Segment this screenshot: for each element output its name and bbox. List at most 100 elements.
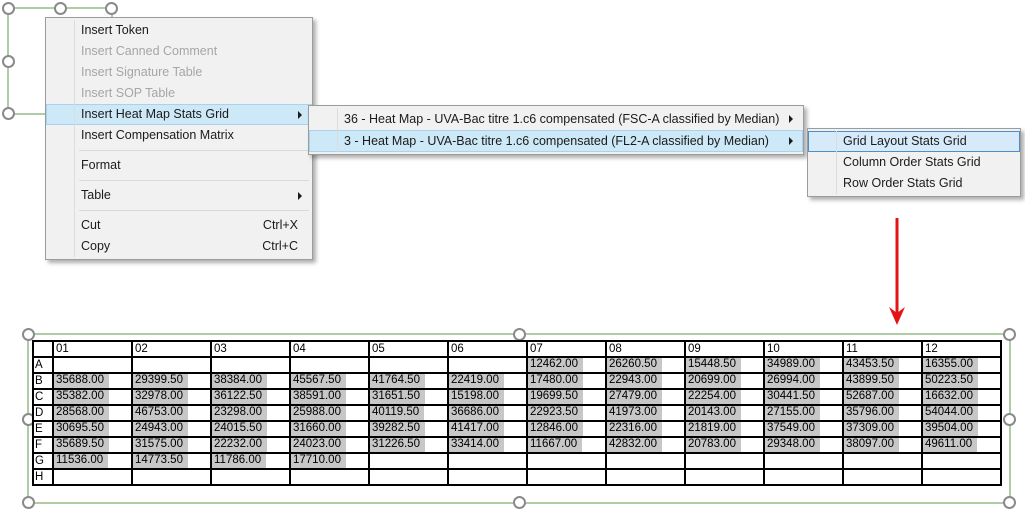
menu-item-insert-token[interactable]: Insert Token — [46, 20, 312, 41]
selection-handle[interactable] — [105, 2, 118, 15]
grid-cell[interactable]: 29399.50 — [132, 373, 211, 389]
grid-cell[interactable]: 35689.50 — [53, 437, 132, 453]
grid-cell[interactable] — [448, 453, 527, 469]
grid-cell[interactable]: 15198.00 — [448, 389, 527, 405]
grid-cell[interactable] — [843, 453, 922, 469]
grid-column-header[interactable]: 04 — [290, 341, 369, 357]
menu-item-cut[interactable]: CutCtrl+X — [46, 215, 312, 236]
grid-cell[interactable]: 21819.00 — [685, 421, 764, 437]
grid-column-header[interactable]: 08 — [606, 341, 685, 357]
grid-cell[interactable]: 38097.00 — [843, 437, 922, 453]
menu-item-table[interactable]: Table — [46, 185, 312, 206]
grid-cell[interactable]: 22316.00 — [606, 421, 685, 437]
menu-item-3-heat-map-uva-bac-titre-1-c6-compensated-fl2-a-classified-by-median[interactable]: 3 - Heat Map - UVA-Bac titre 1.c6 compen… — [309, 130, 803, 152]
grid-cell[interactable] — [290, 469, 369, 485]
grid-cell[interactable]: 14773.50 — [132, 453, 211, 469]
grid-cell[interactable] — [211, 357, 290, 373]
grid-cell[interactable]: 40119.50 — [369, 405, 448, 421]
grid-cell[interactable]: 30441.50 — [764, 389, 843, 405]
grid-cell[interactable]: 33414.00 — [448, 437, 527, 453]
grid-cell[interactable]: 20783.00 — [685, 437, 764, 453]
grid-cell[interactable]: 35796.00 — [843, 405, 922, 421]
grid-cell[interactable]: 39504.00 — [922, 421, 1001, 437]
grid-cell[interactable]: 12462.00 — [527, 357, 606, 373]
grid-cell[interactable]: 25988.00 — [290, 405, 369, 421]
selection-handle[interactable] — [2, 55, 15, 68]
grid-cell[interactable]: 15448.50 — [685, 357, 764, 373]
selection-handle[interactable] — [54, 2, 67, 15]
grid-cell[interactable]: 36686.00 — [448, 405, 527, 421]
grid-cell[interactable]: 11536.00 — [53, 453, 132, 469]
grid-cell[interactable] — [53, 469, 132, 485]
grid-cell[interactable]: 50223.50 — [922, 373, 1001, 389]
grid-cell[interactable] — [53, 357, 132, 373]
grid-cell[interactable] — [132, 469, 211, 485]
grid-cell[interactable]: 41764.50 — [369, 373, 448, 389]
grid-row-header[interactable]: G — [33, 453, 53, 469]
grid-cell[interactable]: 22943.00 — [606, 373, 685, 389]
menu-item-copy[interactable]: CopyCtrl+C — [46, 236, 312, 257]
grid-cell[interactable]: 20699.00 — [685, 373, 764, 389]
grid-cell[interactable] — [685, 469, 764, 485]
grid-row-header[interactable]: D — [33, 405, 53, 421]
grid-cell[interactable] — [132, 357, 211, 373]
grid-cell[interactable]: 38384.00 — [211, 373, 290, 389]
grid-cell[interactable]: 31226.50 — [369, 437, 448, 453]
grid-cell[interactable]: 12846.00 — [527, 421, 606, 437]
grid-cell[interactable]: 24023.00 — [290, 437, 369, 453]
grid-cell[interactable]: 35688.00 — [53, 373, 132, 389]
selection-handle[interactable] — [22, 496, 35, 509]
grid-cell[interactable]: 16632.00 — [922, 389, 1001, 405]
grid-cell[interactable] — [369, 357, 448, 373]
selection-handle[interactable] — [1003, 496, 1016, 509]
menu-item-format[interactable]: Format — [46, 155, 312, 176]
grid-cell[interactable] — [922, 453, 1001, 469]
grid-row-header[interactable]: E — [33, 421, 53, 437]
grid-cell[interactable]: 22419.00 — [448, 373, 527, 389]
grid-column-header[interactable]: 10 — [764, 341, 843, 357]
grid-column-header[interactable]: 05 — [369, 341, 448, 357]
grid-row-header[interactable]: H — [33, 469, 53, 485]
selection-handle[interactable] — [1003, 328, 1016, 341]
grid-cell[interactable]: 36122.50 — [211, 389, 290, 405]
grid-cell[interactable]: 30695.50 — [53, 421, 132, 437]
grid-cell[interactable]: 42832.00 — [606, 437, 685, 453]
grid-cell[interactable]: 37549.00 — [764, 421, 843, 437]
grid-cell[interactable] — [448, 357, 527, 373]
grid-column-header[interactable]: 11 — [843, 341, 922, 357]
grid-cell[interactable]: 22254.00 — [685, 389, 764, 405]
grid-cell[interactable]: 37309.00 — [843, 421, 922, 437]
menu-item-insert-compensation-matrix[interactable]: Insert Compensation Matrix — [46, 125, 312, 146]
grid-column-header[interactable]: 01 — [53, 341, 132, 357]
grid-column-header[interactable]: 12 — [922, 341, 1001, 357]
grid-cell[interactable] — [290, 357, 369, 373]
grid-row-header[interactable]: C — [33, 389, 53, 405]
grid-cell[interactable]: 27479.00 — [606, 389, 685, 405]
grid-cell[interactable]: 26994.00 — [764, 373, 843, 389]
menu-item-column-order-stats-grid[interactable]: Column Order Stats Grid — [808, 152, 1020, 173]
grid-cell[interactable] — [448, 469, 527, 485]
grid-cell[interactable]: 17710.00 — [290, 453, 369, 469]
grid-cell[interactable] — [369, 469, 448, 485]
grid-cell[interactable]: 24943.00 — [132, 421, 211, 437]
grid-cell[interactable]: 43453.50 — [843, 357, 922, 373]
grid-cell[interactable]: 28568.00 — [53, 405, 132, 421]
selection-handle[interactable] — [2, 2, 15, 15]
grid-column-header[interactable]: 02 — [132, 341, 211, 357]
grid-cell[interactable]: 11786.00 — [211, 453, 290, 469]
grid-cell[interactable]: 24015.50 — [211, 421, 290, 437]
menu-item-grid-layout-stats-grid[interactable]: Grid Layout Stats Grid — [808, 131, 1020, 152]
grid-cell[interactable]: 39282.50 — [369, 421, 448, 437]
grid-cell[interactable]: 11667.00 — [527, 437, 606, 453]
grid-row-header[interactable]: B — [33, 373, 53, 389]
grid-cell[interactable]: 32978.00 — [132, 389, 211, 405]
grid-column-header[interactable]: 06 — [448, 341, 527, 357]
grid-cell[interactable]: 31660.00 — [290, 421, 369, 437]
selection-handle[interactable] — [513, 496, 526, 509]
grid-cell[interactable]: 31575.00 — [132, 437, 211, 453]
grid-cell[interactable] — [606, 453, 685, 469]
grid-column-header[interactable]: 03 — [211, 341, 290, 357]
grid-cell[interactable] — [527, 469, 606, 485]
grid-cell[interactable] — [606, 469, 685, 485]
grid-cell[interactable]: 52687.00 — [843, 389, 922, 405]
